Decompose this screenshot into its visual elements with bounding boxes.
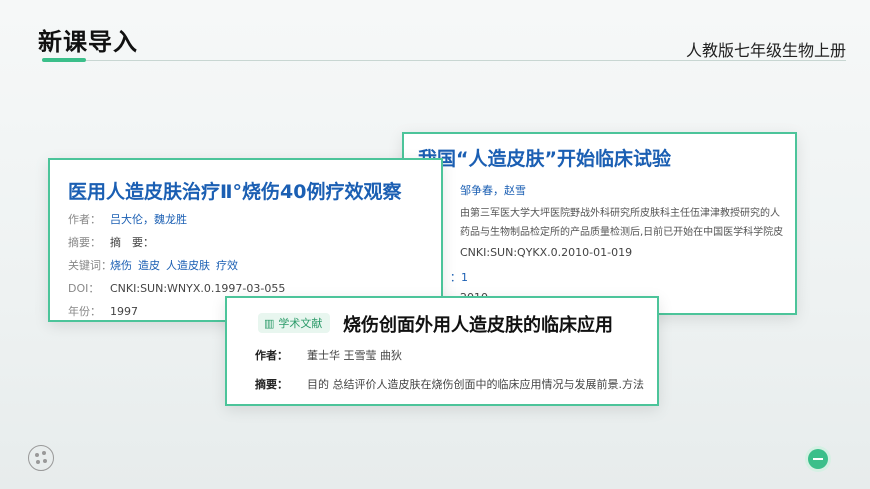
keywords-row: 关键词：烧伤 造皮 人造皮肤 疗效 <box>68 259 238 272</box>
books-icon: ▥ <box>264 316 275 330</box>
article-title[interactable]: 我国“人造皮肤”开始临床试验 <box>418 144 671 171</box>
author-row: 作者： 董士华 王雪莹 曲狄 <box>255 349 402 362</box>
article-title[interactable]: 烧伤创面外用人造皮肤的临床应用 <box>343 311 613 337</box>
keyword-link[interactable]: 造皮 <box>138 259 160 272</box>
abstract-row: 摘要： 目的 总结评价人造皮肤在烧伤创面中的临床应用情况与发展前景.方法 <box>255 378 644 391</box>
keyword-link[interactable]: 人造皮肤 <box>166 259 210 272</box>
next-slide-button[interactable] <box>808 449 828 469</box>
article-card-clinical-application[interactable]: ▥ 学术文献 烧伤创面外用人造皮肤的临床应用 作者： 董士华 王雪莹 曲狄 摘要：… <box>225 296 659 406</box>
article-doi: CNKI:SUN:QYKX.0.2010-01-019 <box>460 246 633 259</box>
keyword-link[interactable]: 疗效 <box>216 259 238 272</box>
year-row: 年份： 1997 <box>68 305 138 318</box>
doi-row: DOI： CNKI:SUN:WNYX.0.1997-03-055 <box>68 282 286 295</box>
article-abstract: 由第三军医大学大坪医院野战外科研究所皮肤科主任伍津津教授研究的人 药品与生物制品… <box>460 208 784 238</box>
article-authors[interactable]: 邹争春，赵雪 <box>460 182 526 198</box>
article-card-clinical-trial[interactable]: 我国“人造皮肤”开始临床试验 邹争春，赵雪 由第三军医大学大坪医院野战外科研究所… <box>402 132 797 315</box>
article-partial-field: ：1 <box>450 271 468 284</box>
textbook-label: 人教版七年级生物上册 <box>685 41 846 60</box>
share-icon[interactable] <box>28 445 54 471</box>
article-abstract: 目的 总结评价人造皮肤在烧伤创面中的临床应用情况与发展前景.方法 <box>307 378 644 391</box>
article-authors[interactable]: 吕大伦，魏龙胜 <box>110 213 187 226</box>
academic-literature-badge: ▥ 学术文献 <box>258 313 331 333</box>
article-title[interactable]: 医用人造皮肤治疗Ⅱ°烧伤40例疗效观察 <box>68 177 401 204</box>
keyword-link[interactable]: 烧伤 <box>110 259 132 272</box>
abstract-row: 摘要：摘 要： <box>68 236 154 249</box>
title-underline <box>42 58 86 62</box>
author-row: 作者： 吕大伦，魏龙胜 <box>68 213 187 226</box>
article-authors[interactable]: 董士华 王雪莹 曲狄 <box>307 349 402 362</box>
page-title: 新课导入 <box>38 28 138 56</box>
